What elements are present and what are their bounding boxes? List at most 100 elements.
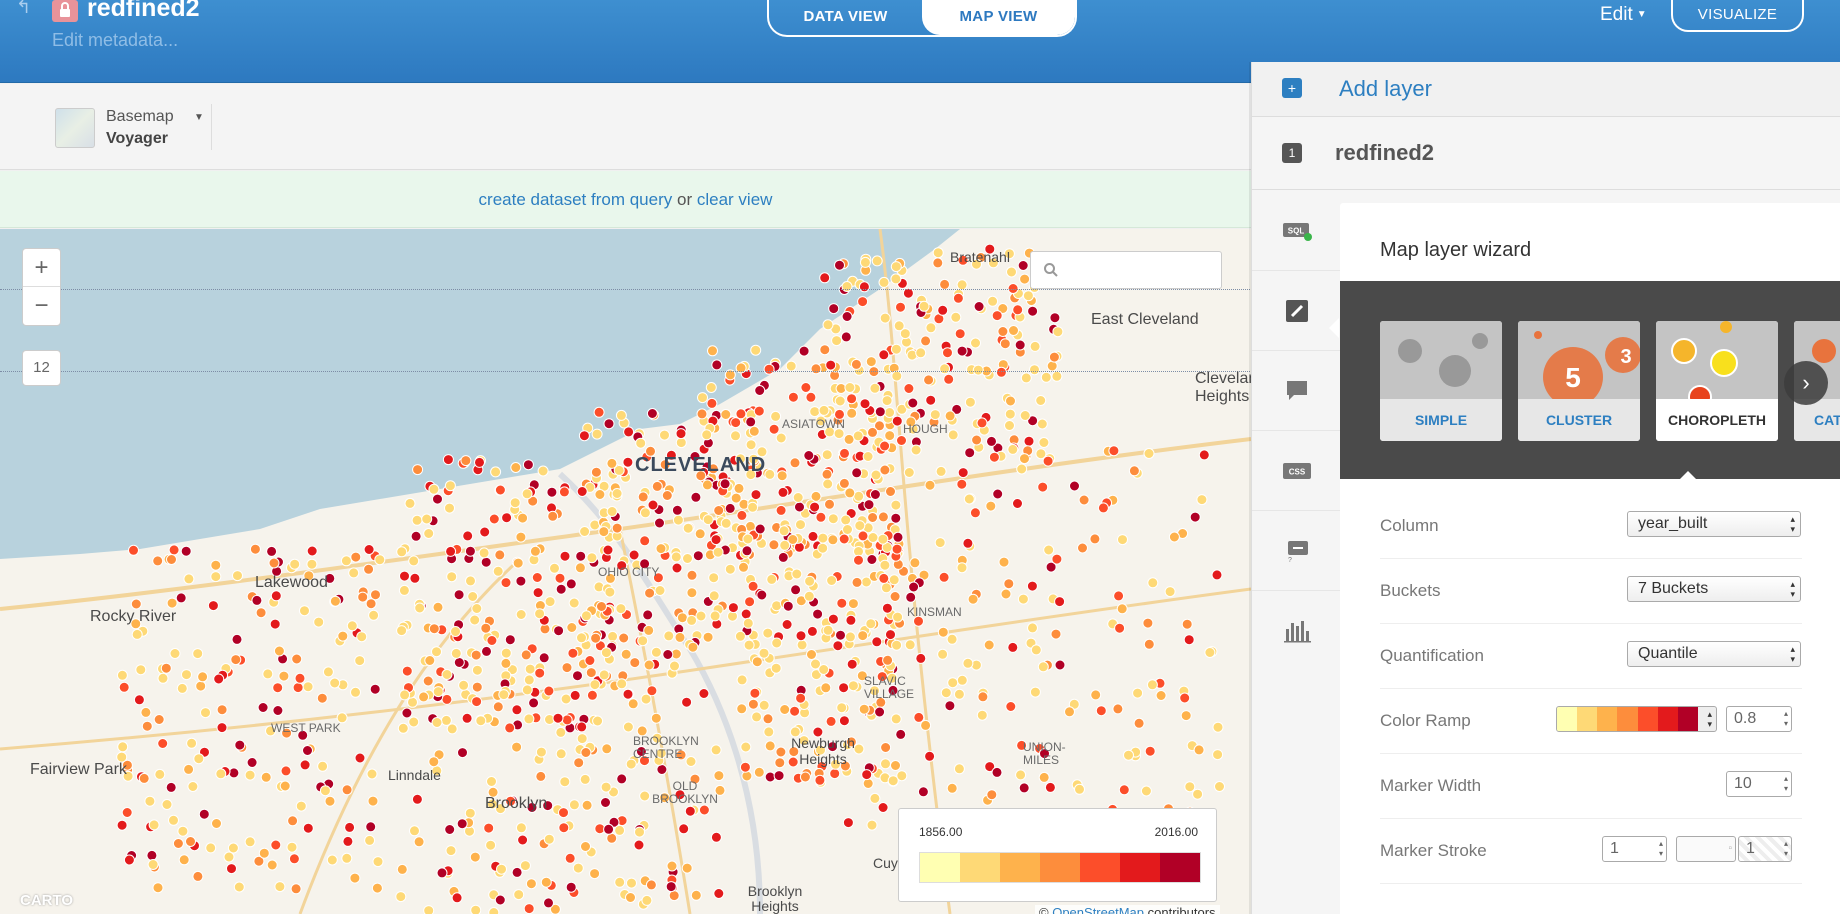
create-dataset-link[interactable]: create dataset from query [479, 190, 673, 209]
css-tool[interactable]: CSS [1252, 431, 1340, 511]
map-canvas[interactable]: + − 12 Bratenahl East Cleveland Clevelan… [0, 229, 1251, 914]
marker-width-stepper[interactable]: 10 ▴ ▾ [1726, 771, 1792, 797]
data-point [890, 273, 902, 285]
type-simple[interactable]: SIMPLE [1380, 321, 1502, 441]
filters-tool[interactable] [1252, 591, 1340, 671]
basemap-label[interactable]: Basemap [106, 108, 174, 126]
clear-view-link[interactable]: clear view [697, 190, 773, 209]
edit-menu[interactable]: Edit ▼ [1600, 4, 1647, 26]
dataset-title[interactable]: redfined2 [87, 0, 200, 23]
buckets-select[interactable]: 7 Buckets ▴ ▾ [1627, 576, 1801, 602]
layer-header[interactable]: 1 redfined2 [1252, 118, 1840, 190]
data-point [606, 832, 618, 844]
tab-map-view[interactable]: MAP VIEW [922, 0, 1075, 35]
edit-metadata-link[interactable]: Edit metadata... [52, 30, 178, 51]
tab-data-view[interactable]: DATA VIEW [769, 0, 922, 35]
data-point [234, 739, 246, 751]
add-layer-bar[interactable]: + Add layer [1252, 62, 1840, 117]
zoom-out-button[interactable]: − [23, 287, 60, 325]
data-point [121, 807, 133, 818]
infowindow-tool[interactable] [1252, 351, 1340, 431]
column-select[interactable]: year_built ▴ ▾ [1627, 511, 1801, 537]
data-point [686, 569, 698, 581]
data-point [322, 666, 334, 678]
data-point [207, 600, 219, 612]
zoom-in-button[interactable]: + [23, 249, 60, 287]
data-point [943, 373, 955, 385]
data-point [730, 417, 742, 429]
data-point [590, 632, 602, 644]
map-toolbar: Basemap Voyager ▼ [0, 84, 1251, 170]
data-point [431, 646, 442, 658]
type-cluster[interactable]: 53 CLUSTER [1518, 321, 1640, 441]
data-point [625, 892, 636, 903]
data-point [490, 466, 502, 478]
type-choropleth[interactable]: CHOROPLETH [1656, 321, 1778, 441]
ramp-opacity-stepper[interactable]: 0.8 ▴ ▾ [1726, 706, 1792, 732]
attribution-suffix: contributors [1147, 905, 1216, 914]
data-point [286, 841, 298, 853]
data-point [302, 745, 313, 756]
data-point [579, 773, 591, 785]
marker-stroke-opacity-stepper[interactable]: 1 ▴ ▾ [1738, 836, 1792, 862]
data-point [1095, 705, 1107, 717]
osm-link[interactable]: OpenStreetMap [1052, 905, 1144, 914]
legend-ramp [919, 852, 1201, 883]
add-layer-label: Add layer [1339, 76, 1432, 101]
data-point [924, 479, 936, 491]
legend-tool[interactable]: ? [1252, 511, 1340, 591]
basemap-thumbnail[interactable] [55, 108, 95, 148]
data-point [803, 590, 815, 602]
data-point [176, 682, 188, 694]
marker-stroke-opacity-value: 1 [1746, 840, 1755, 857]
data-point [534, 667, 546, 679]
data-point [525, 878, 537, 890]
visualize-button[interactable]: VISUALIZE [1671, 0, 1804, 32]
data-point [838, 682, 850, 694]
data-point [593, 406, 605, 418]
chevron-right-icon[interactable]: › [1784, 361, 1828, 405]
data-point [787, 534, 799, 545]
data-point [904, 639, 916, 651]
data-point [262, 668, 274, 680]
wizard-tool[interactable] [1252, 271, 1340, 351]
buckets-select-value: 7 Buckets [1638, 580, 1709, 597]
data-point [488, 907, 500, 914]
lock-icon[interactable] [52, 0, 78, 22]
data-point [866, 554, 878, 565]
data-point [432, 601, 444, 613]
data-point [1035, 395, 1047, 406]
data-point [937, 648, 949, 660]
data-point [973, 301, 985, 312]
marker-stroke-width-stepper[interactable]: 1 ▴ ▾ [1602, 836, 1667, 862]
data-point [634, 826, 645, 838]
data-point [500, 657, 512, 669]
back-arrow-icon[interactable]: ↰ [16, 0, 36, 16]
ramp-swatch [1677, 707, 1698, 731]
data-point [470, 904, 482, 914]
layer-name[interactable]: redfined2 [1335, 140, 1434, 166]
data-point [244, 836, 256, 848]
data-point [396, 546, 408, 558]
data-point [424, 655, 436, 666]
data-point [600, 797, 611, 808]
data-point [255, 607, 267, 619]
color-ramp-select[interactable]: ▴ ▾ [1556, 706, 1717, 732]
data-point [1054, 596, 1066, 608]
data-point [827, 613, 839, 625]
data-point [407, 696, 418, 708]
data-point [942, 347, 953, 359]
data-point [346, 620, 358, 632]
data-point [553, 625, 565, 637]
data-point [211, 818, 222, 829]
sql-tool[interactable]: SQL [1252, 191, 1340, 271]
caret-down-icon[interactable]: ▼ [194, 112, 204, 123]
map-search-input[interactable] [1030, 251, 1222, 289]
basemap-value[interactable]: Voyager [106, 130, 168, 148]
data-point [842, 524, 853, 535]
data-point [244, 769, 256, 781]
marker-stroke-color-picker[interactable]: ▫ [1676, 836, 1736, 862]
data-point [702, 514, 714, 526]
quantification-select[interactable]: Quantile ▴ ▾ [1627, 641, 1801, 667]
data-point [964, 447, 976, 459]
